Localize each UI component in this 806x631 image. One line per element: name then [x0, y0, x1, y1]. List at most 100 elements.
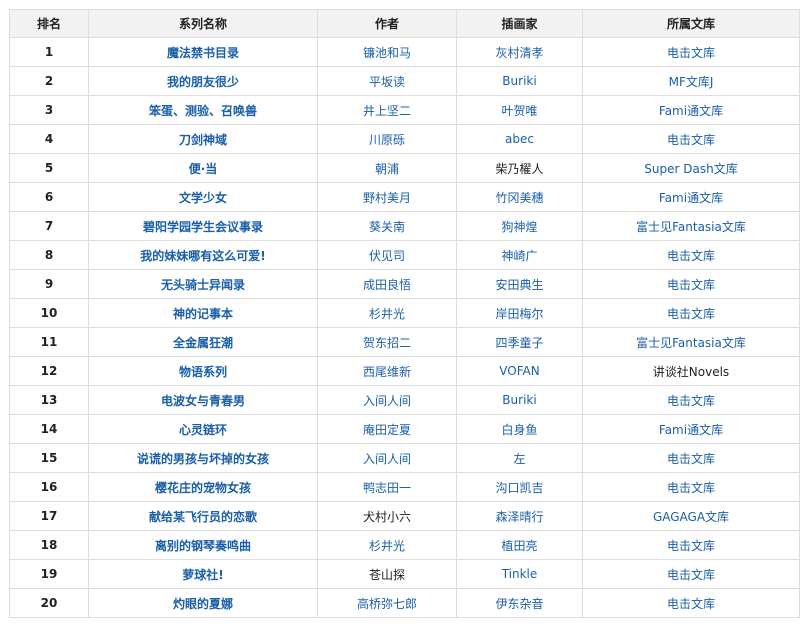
series-name-link[interactable]: 心灵链环 [179, 423, 227, 437]
series-name-link[interactable]: 电波女与青春男 [161, 394, 245, 408]
author-link[interactable]: 庵田定夏 [363, 423, 411, 437]
series-name-link[interactable]: 离别的钢琴奏鸣曲 [155, 539, 251, 553]
author-link[interactable]: 葵关南 [369, 220, 405, 234]
series-name-link[interactable]: 全金属狂潮 [173, 336, 233, 350]
illustrator-link[interactable]: VOFAN [499, 364, 539, 378]
series-name-link[interactable]: 魔法禁书目录 [167, 46, 239, 60]
illustrator-cell: Tinkle [456, 559, 583, 589]
author-link[interactable]: 成田良悟 [363, 278, 411, 292]
author-cell: 野村美月 [317, 182, 457, 212]
table-row: 10 神的记事本 杉井光 岸田梅尔 电击文库 [9, 298, 800, 328]
illustrator-link[interactable]: Buriki [502, 393, 536, 407]
series-name-link[interactable]: 神的记事本 [173, 307, 233, 321]
author-link[interactable]: 杉井光 [369, 307, 405, 321]
author-link[interactable]: 野村美月 [363, 191, 411, 205]
label-link[interactable]: 电击文库 [667, 597, 715, 611]
header-author: 作者 [317, 9, 457, 38]
author-cell: 入间人间 [317, 385, 457, 415]
series-name-link[interactable]: 我的朋友很少 [167, 75, 239, 89]
illustrator-link[interactable]: 竹冈美穗 [495, 191, 543, 205]
author-text: 苍山探 [368, 567, 405, 582]
author-link[interactable]: 平坂读 [369, 75, 405, 89]
series-name-link[interactable]: 说谎的男孩与坏掉的女孩 [137, 452, 269, 466]
series-name-link[interactable]: 萝球社! [182, 568, 223, 582]
author-link[interactable]: 伏见司 [369, 249, 405, 263]
series-name-link[interactable]: 刀剑神域 [179, 133, 227, 147]
author-link[interactable]: 西尾维新 [363, 365, 411, 379]
author-cell: 贺东招二 [317, 327, 457, 357]
series-name-link[interactable]: 文学少女 [179, 191, 227, 205]
label-link[interactable]: 电击文库 [667, 452, 715, 466]
series-name-link[interactable]: 笨蛋、测验、召唤兽 [149, 104, 257, 118]
author-link[interactable]: 鸭志田一 [363, 481, 411, 495]
series-name-link[interactable]: 碧阳学园学生会议事录 [143, 220, 263, 234]
author-link[interactable]: 杉井光 [369, 539, 405, 553]
illustrator-link[interactable]: 左 [513, 452, 525, 466]
label-link[interactable]: 电击文库 [667, 481, 715, 495]
label-link[interactable]: 电击文库 [667, 46, 715, 60]
label-link[interactable]: 电击文库 [667, 539, 715, 553]
author-link[interactable]: 入间人间 [363, 394, 411, 408]
series-name-link[interactable]: 无头骑士异闻录 [161, 278, 245, 292]
author-link[interactable]: 镰池和马 [363, 46, 411, 60]
illustrator-link[interactable]: 沟口凯吉 [495, 481, 543, 495]
label-link[interactable]: Fami通文库 [659, 423, 723, 437]
author-link[interactable]: 朝浦 [375, 162, 399, 176]
label-cell: Fami通文库 [582, 182, 800, 212]
label-link[interactable]: 电击文库 [667, 133, 715, 147]
ranking-table-container: 排名 系列名称 作者 插画家 所属文库 1 魔法禁书目录 镰池和马 灰村清孝 电击文库 2… [9, 9, 800, 618]
illustrator-link[interactable]: 叶贺唯 [501, 104, 537, 118]
author-link[interactable]: 高桥弥七郎 [357, 597, 417, 611]
illustrator-cell: 植田亮 [456, 530, 583, 560]
label-cell: Fami通文库 [582, 95, 800, 125]
label-cell: Fami通文库 [582, 414, 800, 444]
title-cell: 刀剑神域 [88, 124, 318, 154]
illustrator-link[interactable]: 森泽晴行 [495, 510, 543, 524]
label-link[interactable]: 电击文库 [667, 568, 715, 582]
label-link[interactable]: 富士见Fantasia文库 [636, 220, 746, 234]
author-link[interactable]: 井上坚二 [363, 104, 411, 118]
label-link[interactable]: Super Dash文库 [644, 162, 737, 176]
illustrator-link[interactable]: 四季童子 [495, 336, 543, 350]
illustrator-link[interactable]: abec [505, 132, 534, 146]
illustrator-link[interactable]: Buriki [502, 74, 536, 88]
label-link[interactable]: Fami通文库 [659, 104, 723, 118]
label-link[interactable]: 电击文库 [667, 278, 715, 292]
illustrator-cell: 四季童子 [456, 327, 583, 357]
author-link[interactable]: 入间人间 [363, 452, 411, 466]
label-link[interactable]: 电击文库 [667, 307, 715, 321]
series-name-link[interactable]: 献给某飞行员的恋歌 [149, 510, 257, 524]
illustrator-link[interactable]: 灰村清孝 [495, 46, 543, 60]
author-text: 犬村小六 [362, 509, 411, 524]
label-link[interactable]: 富士见Fantasia文库 [636, 336, 746, 350]
label-link[interactable]: GAGAGA文库 [653, 510, 729, 524]
series-name-link[interactable]: 我的妹妹哪有这么可爱! [140, 249, 265, 263]
title-cell: 碧阳学园学生会议事录 [88, 211, 318, 241]
illustrator-cell: 叶贺唯 [456, 95, 583, 125]
label-link[interactable]: Fami通文库 [659, 191, 723, 205]
rank-cell: 10 [9, 298, 89, 328]
rank-cell: 6 [9, 182, 89, 212]
illustrator-link[interactable]: 植田亮 [501, 539, 537, 553]
illustrator-link[interactable]: 伊东杂音 [495, 597, 543, 611]
label-link[interactable]: 电击文库 [667, 249, 715, 263]
illustrator-link[interactable]: 岸田梅尔 [495, 307, 543, 321]
title-cell: 我的朋友很少 [88, 66, 318, 96]
label-link[interactable]: 电击文库 [667, 394, 715, 408]
author-link[interactable]: 贺东招二 [363, 336, 411, 350]
label-cell: 电击文库 [582, 37, 800, 67]
illustrator-link[interactable]: 白身鱼 [501, 423, 537, 437]
label-link[interactable]: MF文库J [669, 75, 714, 89]
illustrator-link[interactable]: 狗神煌 [501, 220, 537, 234]
series-name-link[interactable]: 物语系列 [179, 365, 227, 379]
illustrator-link[interactable]: 神崎广 [501, 249, 537, 263]
series-name-link[interactable]: 灼眼的夏娜 [173, 597, 233, 611]
label-cell: 电击文库 [582, 385, 800, 415]
title-cell: 灼眼的夏娜 [88, 588, 318, 618]
table-row: 20 灼眼的夏娜 高桥弥七郎 伊东杂音 电击文库 [9, 588, 800, 618]
series-name-link[interactable]: 便·当 [189, 162, 218, 176]
illustrator-link[interactable]: Tinkle [502, 567, 538, 581]
series-name-link[interactable]: 樱花庄的宠物女孩 [155, 481, 251, 495]
author-link[interactable]: 川原砾 [369, 133, 405, 147]
illustrator-link[interactable]: 安田典生 [495, 278, 543, 292]
